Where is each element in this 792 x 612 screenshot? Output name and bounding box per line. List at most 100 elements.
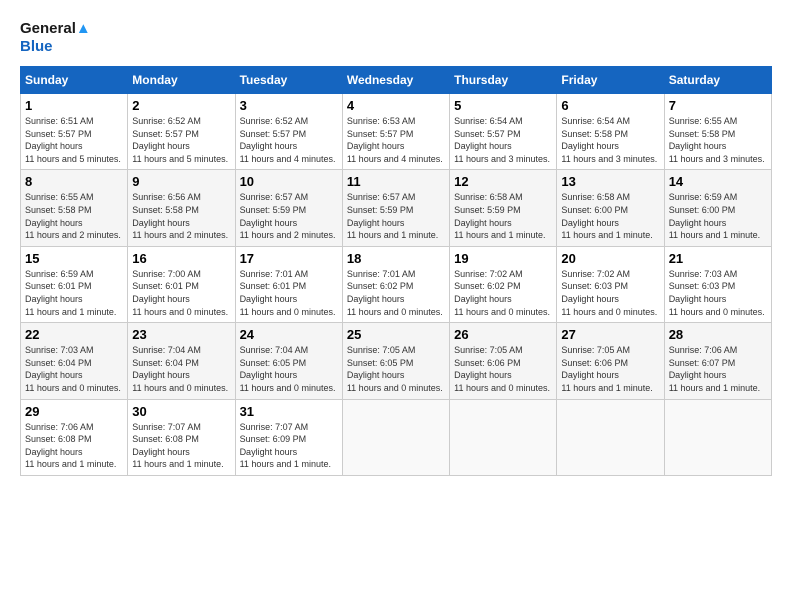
day-number: 31 [240, 404, 338, 419]
day-info: Sunrise: 7:04 AM Sunset: 6:04 PM Dayligh… [132, 344, 230, 394]
day-number: 25 [347, 327, 445, 342]
day-info: Sunrise: 7:01 AM Sunset: 6:02 PM Dayligh… [347, 268, 445, 318]
day-info: Sunrise: 6:59 AM Sunset: 6:01 PM Dayligh… [25, 268, 123, 318]
day-info: Sunrise: 7:05 AM Sunset: 6:06 PM Dayligh… [454, 344, 552, 394]
day-number: 24 [240, 327, 338, 342]
day-number: 29 [25, 404, 123, 419]
calendar-day-24: 24 Sunrise: 7:04 AM Sunset: 6:05 PM Dayl… [235, 323, 342, 399]
empty-cell [557, 399, 664, 475]
calendar-day-11: 11 Sunrise: 6:57 AM Sunset: 5:59 PM Dayl… [342, 170, 449, 246]
day-info: Sunrise: 6:58 AM Sunset: 5:59 PM Dayligh… [454, 191, 552, 241]
calendar-day-5: 5 Sunrise: 6:54 AM Sunset: 5:57 PM Dayli… [450, 94, 557, 170]
calendar-day-23: 23 Sunrise: 7:04 AM Sunset: 6:04 PM Dayl… [128, 323, 235, 399]
calendar-day-18: 18 Sunrise: 7:01 AM Sunset: 6:02 PM Dayl… [342, 246, 449, 322]
day-number: 26 [454, 327, 552, 342]
calendar-day-29: 29 Sunrise: 7:06 AM Sunset: 6:08 PM Dayl… [21, 399, 128, 475]
day-number: 23 [132, 327, 230, 342]
day-info: Sunrise: 7:06 AM Sunset: 6:08 PM Dayligh… [25, 421, 123, 471]
calendar-day-10: 10 Sunrise: 6:57 AM Sunset: 5:59 PM Dayl… [235, 170, 342, 246]
day-number: 2 [132, 98, 230, 113]
day-info: Sunrise: 7:04 AM Sunset: 6:05 PM Dayligh… [240, 344, 338, 394]
calendar-day-3: 3 Sunrise: 6:52 AM Sunset: 5:57 PM Dayli… [235, 94, 342, 170]
day-number: 14 [669, 174, 767, 189]
day-info: Sunrise: 6:57 AM Sunset: 5:59 PM Dayligh… [240, 191, 338, 241]
day-info: Sunrise: 7:05 AM Sunset: 6:06 PM Dayligh… [561, 344, 659, 394]
logo-text: General▲Blue [20, 20, 91, 56]
day-info: Sunrise: 7:05 AM Sunset: 6:05 PM Dayligh… [347, 344, 445, 394]
day-number: 1 [25, 98, 123, 113]
day-number: 30 [132, 404, 230, 419]
day-info: Sunrise: 7:02 AM Sunset: 6:02 PM Dayligh… [454, 268, 552, 318]
calendar-table: SundayMondayTuesdayWednesdayThursdayFrid… [20, 66, 772, 476]
calendar-day-7: 7 Sunrise: 6:55 AM Sunset: 5:58 PM Dayli… [664, 94, 771, 170]
day-number: 19 [454, 251, 552, 266]
day-info: Sunrise: 6:53 AM Sunset: 5:57 PM Dayligh… [347, 115, 445, 165]
calendar-day-1: 1 Sunrise: 6:51 AM Sunset: 5:57 PM Dayli… [21, 94, 128, 170]
day-info: Sunrise: 6:55 AM Sunset: 5:58 PM Dayligh… [25, 191, 123, 241]
calendar-day-13: 13 Sunrise: 6:58 AM Sunset: 6:00 PM Dayl… [557, 170, 664, 246]
weekday-header-sunday: Sunday [21, 67, 128, 94]
calendar-day-12: 12 Sunrise: 6:58 AM Sunset: 5:59 PM Dayl… [450, 170, 557, 246]
calendar-day-4: 4 Sunrise: 6:53 AM Sunset: 5:57 PM Dayli… [342, 94, 449, 170]
day-number: 4 [347, 98, 445, 113]
day-number: 11 [347, 174, 445, 189]
logo: General▲Blue [20, 20, 91, 56]
day-info: Sunrise: 6:54 AM Sunset: 5:58 PM Dayligh… [561, 115, 659, 165]
day-number: 20 [561, 251, 659, 266]
calendar-week-5: 29 Sunrise: 7:06 AM Sunset: 6:08 PM Dayl… [21, 399, 772, 475]
calendar-week-2: 8 Sunrise: 6:55 AM Sunset: 5:58 PM Dayli… [21, 170, 772, 246]
day-info: Sunrise: 6:57 AM Sunset: 5:59 PM Dayligh… [347, 191, 445, 241]
calendar-week-1: 1 Sunrise: 6:51 AM Sunset: 5:57 PM Dayli… [21, 94, 772, 170]
page-header: General▲Blue [20, 20, 772, 56]
day-info: Sunrise: 7:07 AM Sunset: 6:08 PM Dayligh… [132, 421, 230, 471]
day-number: 13 [561, 174, 659, 189]
calendar-day-22: 22 Sunrise: 7:03 AM Sunset: 6:04 PM Dayl… [21, 323, 128, 399]
calendar-day-21: 21 Sunrise: 7:03 AM Sunset: 6:03 PM Dayl… [664, 246, 771, 322]
day-number: 9 [132, 174, 230, 189]
day-number: 6 [561, 98, 659, 113]
day-info: Sunrise: 7:06 AM Sunset: 6:07 PM Dayligh… [669, 344, 767, 394]
weekday-header-tuesday: Tuesday [235, 67, 342, 94]
calendar-day-20: 20 Sunrise: 7:02 AM Sunset: 6:03 PM Dayl… [557, 246, 664, 322]
day-number: 5 [454, 98, 552, 113]
day-info: Sunrise: 7:01 AM Sunset: 6:01 PM Dayligh… [240, 268, 338, 318]
calendar-day-14: 14 Sunrise: 6:59 AM Sunset: 6:00 PM Dayl… [664, 170, 771, 246]
calendar-day-6: 6 Sunrise: 6:54 AM Sunset: 5:58 PM Dayli… [557, 94, 664, 170]
calendar-day-26: 26 Sunrise: 7:05 AM Sunset: 6:06 PM Dayl… [450, 323, 557, 399]
calendar-week-4: 22 Sunrise: 7:03 AM Sunset: 6:04 PM Dayl… [21, 323, 772, 399]
calendar-day-30: 30 Sunrise: 7:07 AM Sunset: 6:08 PM Dayl… [128, 399, 235, 475]
day-number: 17 [240, 251, 338, 266]
day-info: Sunrise: 7:07 AM Sunset: 6:09 PM Dayligh… [240, 421, 338, 471]
day-info: Sunrise: 7:00 AM Sunset: 6:01 PM Dayligh… [132, 268, 230, 318]
weekday-header-row: SundayMondayTuesdayWednesdayThursdayFrid… [21, 67, 772, 94]
weekday-header-friday: Friday [557, 67, 664, 94]
day-info: Sunrise: 7:03 AM Sunset: 6:04 PM Dayligh… [25, 344, 123, 394]
calendar-day-28: 28 Sunrise: 7:06 AM Sunset: 6:07 PM Dayl… [664, 323, 771, 399]
day-number: 10 [240, 174, 338, 189]
day-info: Sunrise: 6:59 AM Sunset: 6:00 PM Dayligh… [669, 191, 767, 241]
day-number: 7 [669, 98, 767, 113]
day-info: Sunrise: 6:58 AM Sunset: 6:00 PM Dayligh… [561, 191, 659, 241]
calendar-day-16: 16 Sunrise: 7:00 AM Sunset: 6:01 PM Dayl… [128, 246, 235, 322]
calendar-day-15: 15 Sunrise: 6:59 AM Sunset: 6:01 PM Dayl… [21, 246, 128, 322]
weekday-header-monday: Monday [128, 67, 235, 94]
calendar-day-8: 8 Sunrise: 6:55 AM Sunset: 5:58 PM Dayli… [21, 170, 128, 246]
calendar-day-27: 27 Sunrise: 7:05 AM Sunset: 6:06 PM Dayl… [557, 323, 664, 399]
calendar-day-17: 17 Sunrise: 7:01 AM Sunset: 6:01 PM Dayl… [235, 246, 342, 322]
day-number: 21 [669, 251, 767, 266]
day-number: 15 [25, 251, 123, 266]
day-info: Sunrise: 6:55 AM Sunset: 5:58 PM Dayligh… [669, 115, 767, 165]
calendar-day-31: 31 Sunrise: 7:07 AM Sunset: 6:09 PM Dayl… [235, 399, 342, 475]
day-number: 18 [347, 251, 445, 266]
day-info: Sunrise: 6:54 AM Sunset: 5:57 PM Dayligh… [454, 115, 552, 165]
calendar-week-3: 15 Sunrise: 6:59 AM Sunset: 6:01 PM Dayl… [21, 246, 772, 322]
weekday-header-thursday: Thursday [450, 67, 557, 94]
day-info: Sunrise: 7:02 AM Sunset: 6:03 PM Dayligh… [561, 268, 659, 318]
calendar-day-25: 25 Sunrise: 7:05 AM Sunset: 6:05 PM Dayl… [342, 323, 449, 399]
day-info: Sunrise: 7:03 AM Sunset: 6:03 PM Dayligh… [669, 268, 767, 318]
day-number: 22 [25, 327, 123, 342]
calendar-day-19: 19 Sunrise: 7:02 AM Sunset: 6:02 PM Dayl… [450, 246, 557, 322]
empty-cell [664, 399, 771, 475]
weekday-header-saturday: Saturday [664, 67, 771, 94]
empty-cell [342, 399, 449, 475]
